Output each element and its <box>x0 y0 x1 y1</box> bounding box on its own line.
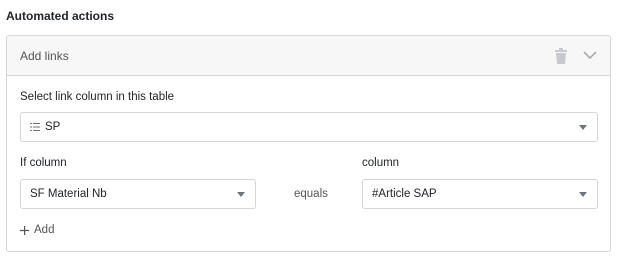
if-column-label: If column <box>20 157 67 169</box>
action-card: Add links Select link column in this tab… <box>6 35 611 252</box>
caret-down-icon <box>237 192 245 197</box>
chevron-down-icon[interactable] <box>583 50 597 60</box>
operator-label: equals <box>294 188 328 200</box>
trash-icon[interactable] <box>554 48 568 64</box>
action-title: Add links <box>20 49 69 63</box>
link-column-select[interactable]: SP <box>20 112 598 142</box>
section-title: Automated actions <box>6 9 115 23</box>
list-icon <box>30 123 40 131</box>
action-card-header[interactable]: Add links <box>7 36 610 76</box>
if-column-select[interactable]: SF Material Nb <box>20 179 256 209</box>
add-label: Add <box>34 224 55 236</box>
column-select[interactable]: #Article SAP <box>362 179 598 209</box>
add-button[interactable]: Add <box>20 224 54 236</box>
column-label: column <box>362 157 400 169</box>
column-value: #Article SAP <box>372 188 437 200</box>
link-column-value: SP <box>45 121 61 133</box>
caret-down-icon <box>579 125 587 130</box>
if-column-value: SF Material Nb <box>30 188 107 200</box>
plus-icon <box>20 225 29 235</box>
caret-down-icon <box>579 192 587 197</box>
link-column-label: Select link column in this table <box>20 91 175 103</box>
